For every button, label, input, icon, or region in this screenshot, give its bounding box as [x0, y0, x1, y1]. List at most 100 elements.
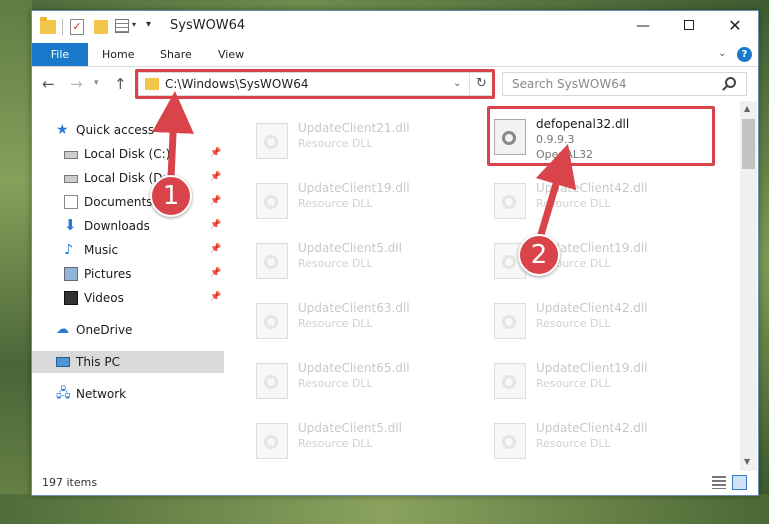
sidebar-item-this-pc[interactable]: This PC: [32, 351, 224, 373]
sidebar-item-local-disk-c[interactable]: Local Disk (C:) 📌: [32, 143, 224, 165]
dll-file-icon: [494, 183, 526, 219]
pin-icon[interactable]: 📌: [210, 196, 221, 206]
search-icon[interactable]: [725, 77, 736, 88]
navigation-bar: ← → ▾ ↑ C:\Windows\SysWOW64 ⌄ ↻ Search S…: [32, 67, 758, 101]
forward-button[interactable]: →: [70, 75, 83, 93]
scroll-thumb[interactable]: [742, 119, 755, 169]
step-badge-2: 2: [518, 234, 560, 276]
pin-icon[interactable]: 📌: [210, 268, 221, 278]
tab-home[interactable]: Home: [92, 43, 144, 66]
sidebar-item-label: Local Disk (C:): [84, 147, 171, 161]
download-icon: ⬇: [64, 216, 77, 234]
status-bar: 197 items: [32, 471, 758, 495]
dll-file-icon: [494, 303, 526, 339]
dll-file-icon: [494, 363, 526, 399]
file-item[interactable]: UpdateClient5.dll Resource DLL: [228, 237, 460, 285]
address-highlight-box: [135, 69, 495, 99]
tiles-view-icon[interactable]: [732, 475, 747, 490]
pictures-icon: [64, 267, 78, 281]
file-item[interactable]: UpdateClient21.dll Resource DLL: [228, 117, 460, 165]
sidebar-item-label: Videos: [84, 291, 124, 305]
maximize-button[interactable]: [666, 11, 712, 41]
item-count: 197 items: [42, 476, 98, 489]
sidebar-item-local-disk-d[interactable]: Local Disk (D:) 📌: [32, 167, 224, 189]
tab-file[interactable]: File: [32, 43, 88, 66]
pin-icon[interactable]: 📌: [210, 172, 221, 182]
maximize-icon: [684, 20, 694, 30]
sidebar-item-pictures[interactable]: Pictures 📌: [32, 263, 224, 285]
recent-locations-icon[interactable]: ▾: [94, 78, 99, 88]
pin-icon[interactable]: 📌: [210, 244, 221, 254]
file-item[interactable]: UpdateClient19.dll Resource DLL: [228, 177, 460, 225]
chevron-down-icon[interactable]: ▾: [132, 20, 136, 29]
sidebar-item-music[interactable]: ♪ Music 📌: [32, 239, 224, 261]
file-item[interactable]: UpdateClient42.dll Resource DLL: [466, 297, 698, 345]
list-properties-icon[interactable]: [115, 19, 129, 33]
scroll-up-icon[interactable]: ▲: [744, 104, 750, 113]
tab-share[interactable]: Share: [150, 43, 202, 66]
search-input[interactable]: Search SysWOW64: [512, 77, 626, 91]
help-icon[interactable]: ?: [737, 47, 752, 62]
pc-icon: [56, 357, 70, 367]
search-box[interactable]: Search SysWOW64: [502, 72, 747, 96]
sidebar-item-videos[interactable]: Videos 📌: [32, 287, 224, 309]
desktop-background-bottom: [0, 494, 769, 524]
sidebar-item-label: Documents: [84, 195, 153, 209]
scroll-down-icon[interactable]: ▼: [744, 457, 750, 466]
network-icon: 🖧: [56, 386, 71, 401]
file-type: Resource DLL: [298, 137, 373, 150]
file-type: Resource DLL: [536, 317, 611, 330]
sidebar-item-onedrive[interactable]: ☁ OneDrive: [32, 319, 224, 341]
pin-icon[interactable]: 📌: [210, 292, 221, 302]
sidebar-item-documents[interactable]: Documents 📌: [32, 191, 224, 213]
vertical-scrollbar[interactable]: ▲ ▼: [740, 101, 757, 471]
file-item[interactable]: UpdateClient19.dll Resource DLL: [466, 237, 698, 285]
step-badge-1: 1: [150, 175, 192, 217]
star-icon: ★: [56, 122, 69, 138]
sidebar-item-quick-access[interactable]: ★ Quick access: [32, 119, 224, 141]
properties-check-icon[interactable]: ✓: [70, 19, 84, 35]
file-item[interactable]: UpdateClient5.dll Resource DLL: [228, 417, 460, 465]
dll-file-icon: [256, 303, 288, 339]
sidebar-item-label: Pictures: [84, 267, 132, 281]
file-item[interactable]: UpdateClient63.dll Resource DLL: [228, 297, 460, 345]
details-view-icon[interactable]: [712, 476, 726, 489]
file-item[interactable]: UpdateClient42.dll Resource DLL: [466, 177, 698, 225]
drive-icon: [64, 175, 78, 183]
tab-view[interactable]: View: [208, 43, 254, 66]
gear-icon: [264, 315, 278, 329]
explorer-window: ✓ ▾ ▾ SysWOW64 — ✕ File Home Share View …: [31, 10, 759, 496]
window-title: SysWOW64: [170, 18, 246, 33]
back-button[interactable]: ←: [42, 75, 55, 93]
close-button[interactable]: ✕: [712, 11, 758, 41]
minimize-button[interactable]: —: [620, 11, 666, 41]
pin-icon[interactable]: 📌: [210, 220, 221, 230]
sidebar-item-network[interactable]: 🖧 Network: [32, 383, 224, 405]
dll-file-icon: [256, 423, 288, 459]
sidebar-item-label: Quick access: [76, 123, 155, 137]
file-item[interactable]: UpdateClient65.dll Resource DLL: [228, 357, 460, 405]
sidebar-item-label: Downloads: [84, 219, 150, 233]
new-folder-icon[interactable]: [94, 20, 108, 34]
up-button[interactable]: ↑: [114, 75, 127, 93]
file-item[interactable]: UpdateClient19.dll Resource DLL: [466, 357, 698, 405]
videos-icon: [64, 291, 78, 305]
drive-icon: [64, 151, 78, 159]
sidebar-item-label: Network: [76, 387, 127, 401]
gear-icon: [264, 195, 278, 209]
title-bar: ✓ ▾ ▾ SysWOW64 — ✕: [32, 11, 758, 43]
expand-ribbon-icon[interactable]: ⌄: [718, 48, 726, 59]
file-name: UpdateClient42.dll: [536, 421, 648, 435]
sidebar-item-downloads[interactable]: ⬇ Downloads 📌: [32, 215, 224, 237]
customize-toolbar-icon[interactable]: ▾: [146, 19, 151, 30]
file-name: UpdateClient21.dll: [298, 121, 410, 135]
file-item[interactable]: UpdateClient42.dll Resource DLL: [466, 417, 698, 465]
gear-icon: [502, 315, 516, 329]
file-highlight-box: [487, 106, 715, 166]
gear-icon: [502, 435, 516, 449]
folder-icon: [40, 17, 56, 34]
dll-file-icon: [256, 183, 288, 219]
pin-icon[interactable]: 📌: [210, 148, 221, 158]
gear-icon: [502, 195, 516, 209]
file-type: Resource DLL: [298, 197, 373, 210]
